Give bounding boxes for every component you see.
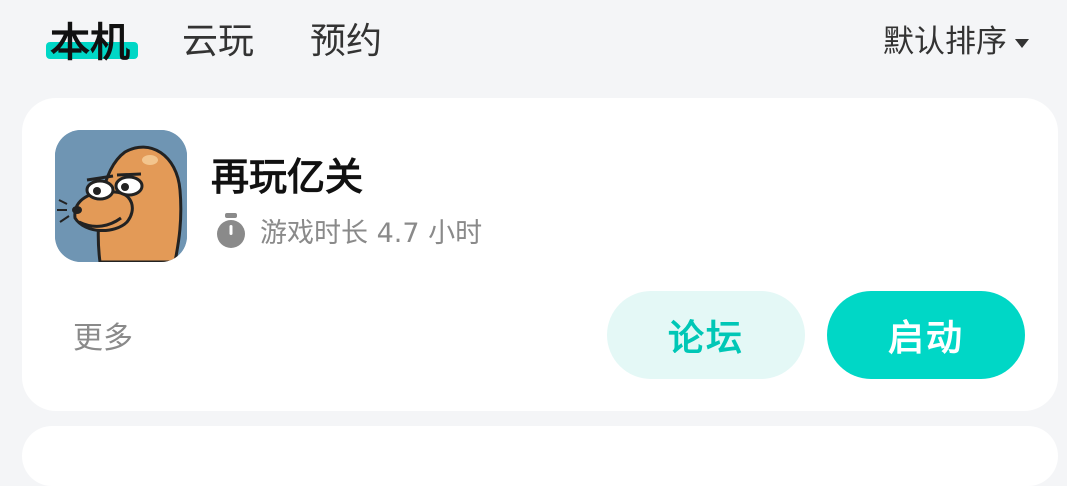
- game-card: 再玩亿关 游戏时长 4.7 小时 更多 论坛 启动: [22, 98, 1058, 411]
- playtime-info: 游戏时长 4.7 小时: [214, 211, 482, 250]
- playtime-text: 游戏时长 4.7 小时: [260, 218, 483, 249]
- tab-bar: 本机 云玩 预约 默认排序: [0, 0, 1067, 80]
- forum-button[interactable]: 论坛: [607, 291, 805, 379]
- tab-reservation-label: 预约: [310, 21, 383, 62]
- more-button[interactable]: 更多: [73, 313, 133, 357]
- sort-dropdown[interactable]: 默认排序: [883, 16, 1029, 61]
- start-button[interactable]: 启动: [827, 291, 1025, 379]
- tab-local-label: 本机: [50, 20, 130, 66]
- sort-label: 默认排序: [883, 24, 1007, 60]
- tab-local[interactable]: 本机: [50, 10, 130, 68]
- caret-down-icon: [1015, 39, 1029, 48]
- next-game-card: [22, 426, 1058, 486]
- tab-cloud-play-label: 云玩: [182, 21, 255, 62]
- tab-reservation[interactable]: 预约: [310, 12, 382, 64]
- game-title: 再玩亿关: [211, 155, 364, 199]
- stopwatch-icon: [217, 212, 245, 248]
- seal-mascot-icon[interactable]: [55, 130, 187, 262]
- tab-cloud-play[interactable]: 云玩: [182, 12, 254, 64]
